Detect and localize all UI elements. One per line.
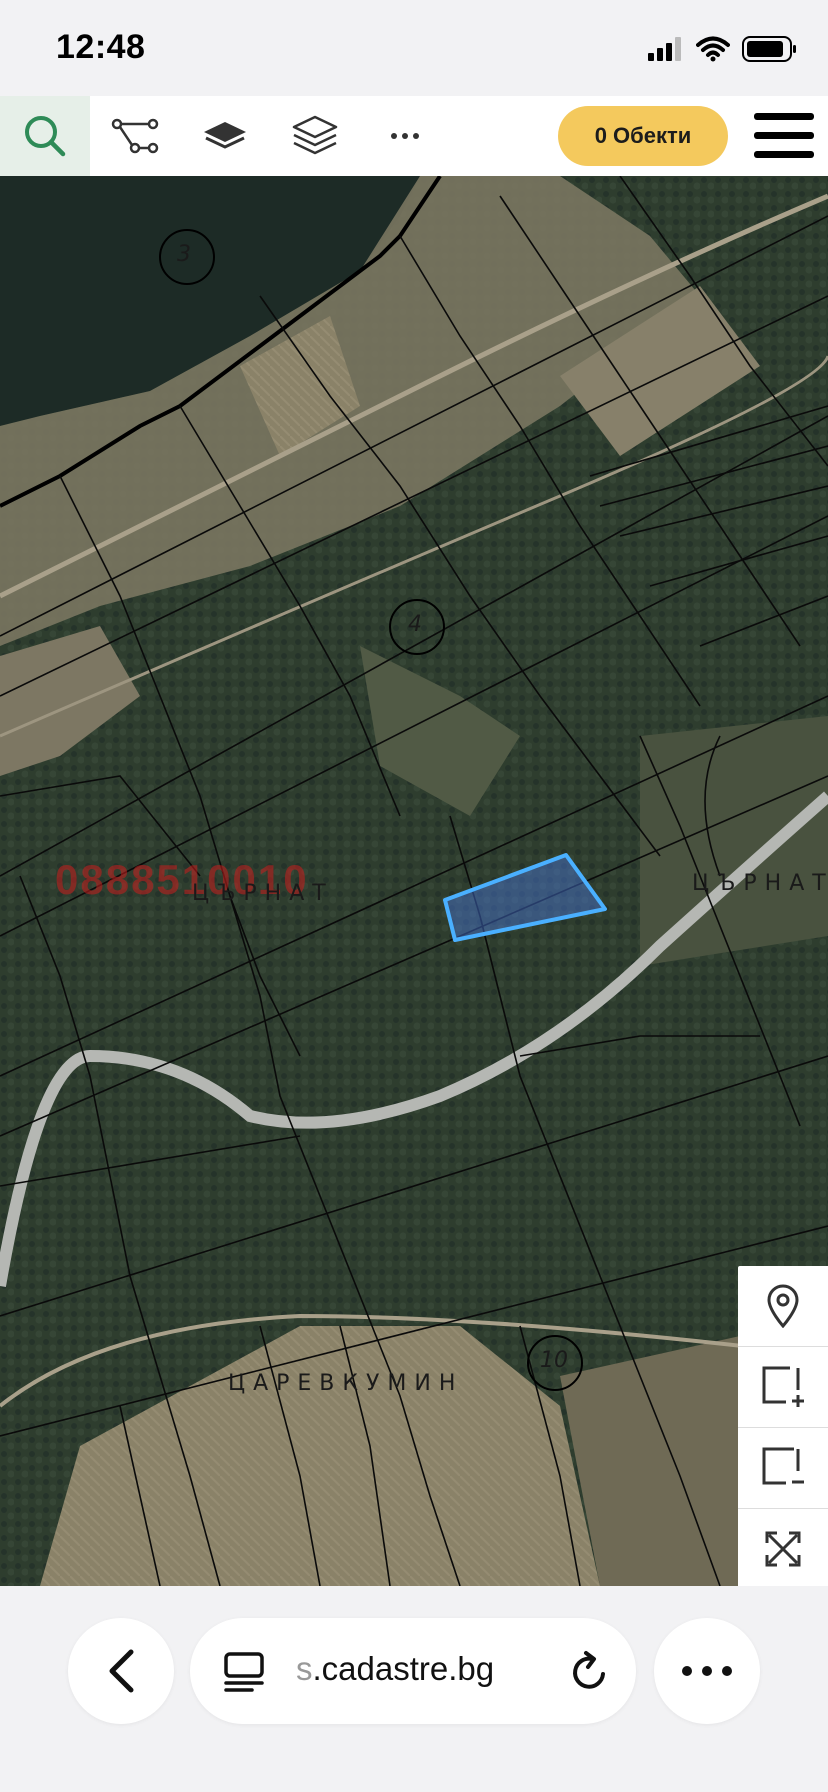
url-prefix: s (296, 1650, 313, 1687)
zoom-out-button[interactable] (738, 1428, 828, 1509)
tab-list-icon (224, 1652, 264, 1692)
more-icon (391, 133, 419, 139)
status-icons (648, 36, 798, 62)
route-icon (111, 118, 159, 154)
wifi-icon (696, 36, 730, 62)
zoom-in-button[interactable] (738, 1347, 828, 1428)
browser-more-button[interactable] (654, 1618, 760, 1724)
more-tools-button[interactable] (360, 96, 450, 176)
locality-label-tsarevkumin: ЦАРЕВКУМИН (228, 1371, 464, 1396)
address-bar[interactable]: s.cadastre.bg (190, 1618, 636, 1724)
block-number-3: 3 (177, 242, 191, 267)
reload-icon[interactable] (570, 1650, 610, 1692)
more-dots-icon (682, 1666, 732, 1676)
battery-icon (742, 36, 796, 62)
layers-icon (292, 115, 338, 155)
map-controls (738, 1266, 828, 1586)
hamburger-menu-icon (754, 113, 814, 158)
browser-bottom-bar: s.cadastre.bg (0, 1586, 828, 1792)
url-domain: .cadastre.bg (312, 1650, 495, 1687)
route-tool-button[interactable] (90, 96, 180, 176)
cadastral-map[interactable]: 3 4 10 0888510010 ЦЪРНАТ ЦЪРНАТ ЦАРЕВКУМ… (0, 176, 828, 1586)
search-tool-button[interactable] (0, 96, 90, 176)
main-menu-button[interactable] (740, 96, 828, 176)
zoom-out-box-icon (762, 1447, 804, 1485)
locality-label-tsarnat-east: ЦЪРНАТ (692, 871, 828, 896)
location-pin-icon (767, 1284, 799, 1328)
back-chevron-icon (109, 1649, 134, 1693)
locate-button[interactable] (738, 1266, 828, 1347)
block-number-10: 10 (540, 1348, 568, 1373)
fit-extent-button[interactable] (738, 1509, 828, 1586)
search-icon (25, 116, 66, 157)
fit-extent-icon (765, 1531, 801, 1567)
status-bar: 12:48 (0, 0, 828, 96)
zoom-in-box-icon (762, 1366, 804, 1407)
layers-tool-button[interactable] (270, 96, 360, 176)
basemap-tool-button[interactable] (180, 96, 270, 176)
url-text: s.cadastre.bg (296, 1650, 494, 1688)
status-time: 12:48 (56, 28, 146, 66)
back-button[interactable] (68, 1618, 174, 1724)
objects-button[interactable]: 0 Обекти (558, 106, 728, 166)
clearing-east (640, 716, 828, 966)
layer-icon (204, 122, 246, 149)
cellular-signal-icon (648, 37, 681, 61)
map-toolbar: 0 Обекти (0, 96, 828, 176)
block-number-4: 4 (408, 612, 422, 637)
locality-label-tsarnat-west: ЦЪРНАТ (192, 881, 334, 906)
